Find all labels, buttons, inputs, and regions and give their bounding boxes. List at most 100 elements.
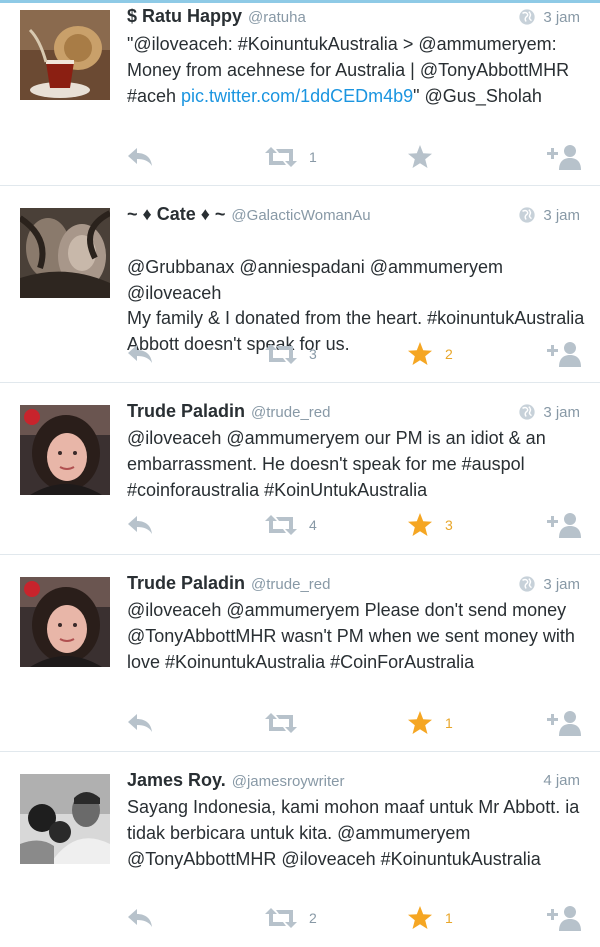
tweet-text-part: @iloveaceh @ammumeryem our PM is an idio… xyxy=(127,428,546,500)
avatar-image-woman xyxy=(20,405,110,495)
globe-icon xyxy=(519,207,535,223)
retweet-button[interactable]: 4 xyxy=(265,514,317,536)
tweet-text-part: @iloveaceh @ammumeryem Please don't send… xyxy=(127,600,575,672)
tweet-actions: 1 xyxy=(0,708,600,738)
tweet-link[interactable]: pic.twitter.com/1ddCEDm4b9 xyxy=(181,86,413,106)
avatar[interactable] xyxy=(20,774,110,864)
star-icon xyxy=(408,711,432,734)
reply-button[interactable] xyxy=(127,514,153,536)
retweet-count: 2 xyxy=(309,910,317,926)
tweet-text: "@iloveaceh: #KoinuntukAustralia > @ammu… xyxy=(127,32,588,109)
author-handle[interactable]: @jamesroywriter xyxy=(232,773,345,790)
timestamp-group: 3 jam xyxy=(518,575,580,593)
follow-button[interactable] xyxy=(543,710,581,736)
avatar-image-woman xyxy=(20,577,110,667)
retweet-icon xyxy=(265,147,297,167)
tweet-text: @iloveaceh @ammumeryem Please don't send… xyxy=(127,598,588,675)
favorite-count: 1 xyxy=(445,715,453,731)
tweet-text-part: Sayang Indonesia, kami mohon maaf untuk … xyxy=(127,797,580,869)
favorite-button[interactable]: 1 xyxy=(407,906,453,930)
tweet-text: @iloveaceh @ammumeryem our PM is an idio… xyxy=(127,426,588,503)
avatar-image-teapot xyxy=(20,10,110,100)
retweet-button[interactable]: 1 xyxy=(265,146,317,168)
favorite-button[interactable] xyxy=(407,145,445,169)
star-icon xyxy=(408,342,432,365)
author-handle[interactable]: @GalacticWomanAu xyxy=(231,207,370,224)
tweet-header: James Roy. @jamesroywriter 4 jam xyxy=(127,770,580,796)
star-icon xyxy=(408,906,432,929)
author-name[interactable]: James Roy. xyxy=(127,770,226,790)
timestamp-group: 4 jam xyxy=(543,772,580,789)
star-icon xyxy=(408,513,432,536)
globe-icon xyxy=(519,9,535,25)
tweet-header: Trude Paladin @trude_red 3 jam xyxy=(127,573,580,599)
tweet-1[interactable]: $ Ratu Happy @ratuha 3 jam "@iloveaceh: #… xyxy=(0,0,600,186)
reply-button[interactable] xyxy=(127,146,153,168)
avatar[interactable] xyxy=(20,405,110,495)
retweet-icon xyxy=(265,713,297,733)
favorite-count: 3 xyxy=(445,517,453,533)
retweet-button[interactable]: 3 xyxy=(265,343,317,365)
favorite-button[interactable]: 1 xyxy=(407,711,453,735)
tweet-text: Sayang Indonesia, kami mohon maaf untuk … xyxy=(127,795,588,872)
reply-icon xyxy=(128,909,152,927)
timestamp[interactable]: 3 jam xyxy=(543,9,580,26)
avatar[interactable] xyxy=(20,208,110,298)
follow-button[interactable] xyxy=(543,144,581,170)
timestamp-group: 3 jam xyxy=(518,206,580,224)
follow-button[interactable] xyxy=(543,512,581,538)
retweet-button[interactable]: 2 xyxy=(265,907,317,929)
retweet-icon xyxy=(265,908,297,928)
star-icon xyxy=(408,145,432,168)
retweet-button[interactable] xyxy=(265,712,309,734)
reply-button[interactable] xyxy=(127,343,153,365)
avatar-image-faces xyxy=(20,208,110,298)
tweet-actions: 2 1 xyxy=(0,903,600,933)
tweet-actions: 3 2 xyxy=(0,339,600,369)
reply-button[interactable] xyxy=(127,907,153,929)
follow-user-icon xyxy=(547,145,581,170)
reply-icon xyxy=(128,714,152,732)
timestamp[interactable]: 3 jam xyxy=(543,207,580,224)
timestamp[interactable]: 3 jam xyxy=(543,404,580,421)
follow-user-icon xyxy=(547,513,581,538)
tweet-4[interactable]: Trude Paladin @trude_red 3 jam @iloveaceh… xyxy=(0,555,600,752)
author-name[interactable]: Trude Paladin xyxy=(127,573,245,593)
favorite-count: 2 xyxy=(445,346,453,362)
favorite-count: 1 xyxy=(445,910,453,926)
retweet-icon xyxy=(265,344,297,364)
timestamp[interactable]: 4 jam xyxy=(543,772,580,789)
favorite-button[interactable]: 2 xyxy=(407,342,453,366)
avatar[interactable] xyxy=(20,577,110,667)
retweet-count: 3 xyxy=(309,346,317,362)
retweet-count: 1 xyxy=(309,149,317,165)
retweet-icon xyxy=(265,515,297,535)
tweet-actions: 4 3 xyxy=(0,510,600,540)
globe-icon xyxy=(519,404,535,420)
reply-icon xyxy=(128,148,152,166)
tweet-header: Trude Paladin @trude_red 3 jam xyxy=(127,401,580,427)
tweet-actions: 1 xyxy=(0,142,600,172)
author-handle[interactable]: @trude_red xyxy=(251,404,330,421)
author-handle[interactable]: @trude_red xyxy=(251,576,330,593)
tweet-2[interactable]: ~ ♦ Cate ♦ ~ @GalacticWomanAu 3 jam @Grub… xyxy=(0,186,600,383)
author-handle[interactable]: @ratuha xyxy=(248,9,306,26)
tweet-3[interactable]: Trude Paladin @trude_red 3 jam @iloveaceh… xyxy=(0,383,600,555)
author-name[interactable]: $ Ratu Happy xyxy=(127,6,242,26)
favorite-button[interactable]: 3 xyxy=(407,513,453,537)
timestamp-group: 3 jam xyxy=(518,403,580,421)
timestamp[interactable]: 3 jam xyxy=(543,576,580,593)
reply-button[interactable] xyxy=(127,712,153,734)
reply-icon xyxy=(128,516,152,534)
follow-button[interactable] xyxy=(543,341,581,367)
tweet-5[interactable]: James Roy. @jamesroywriter 4 jam Sayang I… xyxy=(0,752,600,947)
follow-button[interactable] xyxy=(543,905,581,931)
tweet-text-part: " @Gus_Sholah xyxy=(413,85,542,106)
avatar-image-boxer xyxy=(20,774,110,864)
author-name[interactable]: ~ ♦ Cate ♦ ~ xyxy=(127,204,225,224)
globe-icon xyxy=(519,576,535,592)
follow-user-icon xyxy=(547,342,581,367)
author-name[interactable]: Trude Paladin xyxy=(127,401,245,421)
avatar[interactable] xyxy=(20,10,110,100)
tweet-header: ~ ♦ Cate ♦ ~ @GalacticWomanAu 3 jam xyxy=(127,204,580,230)
